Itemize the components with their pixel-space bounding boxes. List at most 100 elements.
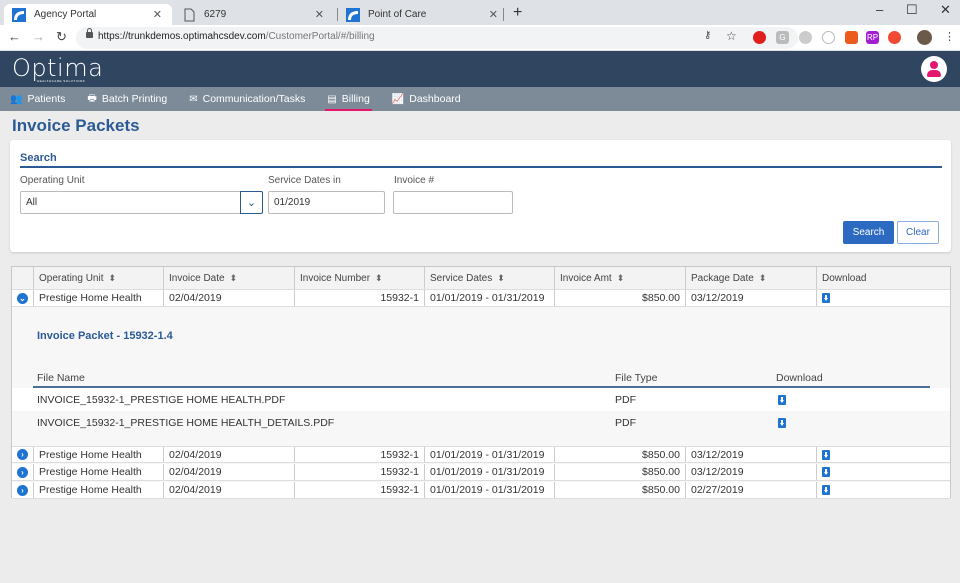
star-icon[interactable]: ☆: [726, 29, 737, 43]
nav-patients[interactable]: 👥 Patients: [0, 87, 77, 111]
invoice-grid: Operating Unit ⬍ Invoice Date ⬍ Invoice Nu…: [11, 266, 951, 499]
optima-logo[interactable]: Optima: [12, 54, 103, 82]
download-file-icon[interactable]: [822, 467, 830, 477]
chevron-right-circle-icon[interactable]: ›: [17, 484, 28, 496]
column-header-invoice-date[interactable]: Invoice Date ⬍: [164, 267, 295, 289]
column-header-operating-unit[interactable]: Operating Unit ⬍: [34, 267, 164, 289]
cell-download: [817, 447, 950, 462]
app-header: Optima HEALTHCARE SOLUTIONS: [0, 51, 960, 87]
close-tab-icon[interactable]: ✕: [153, 8, 162, 21]
row-expander[interactable]: ›: [12, 464, 34, 480]
nav-billing[interactable]: ▤ Billing: [317, 87, 381, 111]
browser-tab-point-of-care[interactable]: Point of Care ✕: [338, 4, 508, 25]
nav-communication-tasks[interactable]: ✉ Communication/Tasks: [179, 87, 317, 111]
file-name: INVOICE_15932-1_PRESTIGE HOME HEALTH.PDF: [37, 394, 286, 406]
close-tab-icon[interactable]: ✕: [489, 8, 498, 21]
optima-favicon-icon: [12, 7, 26, 22]
forward-button[interactable]: →: [32, 29, 45, 44]
close-tab-icon[interactable]: ✕: [315, 8, 324, 21]
nav-batch-printing[interactable]: 🖶 Batch Printing: [77, 87, 179, 111]
column-header-invoice-number[interactable]: Invoice Number ⬍: [295, 267, 425, 289]
new-tab-button[interactable]: +: [513, 4, 522, 22]
sort-icon[interactable]: ⬍: [108, 273, 116, 284]
header-label: Invoice Date: [169, 272, 225, 284]
chevron-right-circle-icon[interactable]: ›: [17, 466, 28, 478]
key-icon[interactable]: ⚷: [704, 30, 711, 41]
circle-extension-icon[interactable]: [799, 31, 812, 44]
expand-column-header: [12, 267, 34, 289]
service-dates-label: Service Dates in: [268, 175, 341, 186]
row-expander[interactable]: ›: [12, 482, 34, 498]
cell-package-date: 02/27/2019: [686, 482, 817, 498]
search-panel: Search Operating Unit All ⌄ Service Date…: [10, 140, 951, 252]
sort-icon[interactable]: ⬍: [759, 273, 767, 284]
table-row: › Prestige Home Health 02/04/2019 15932-…: [12, 446, 950, 463]
chevron-down-circle-icon[interactable]: ⌄: [17, 292, 28, 304]
column-header-invoice-amt[interactable]: Invoice Amt ⬍: [555, 267, 686, 289]
download-file-icon[interactable]: [822, 293, 830, 303]
cell-package-date: 03/12/2019: [686, 464, 817, 480]
column-header-service-dates[interactable]: Service Dates ⬍: [425, 267, 555, 289]
url-text[interactable]: https://trunkdemos.optimahcsdev.com/Cust…: [98, 31, 375, 42]
header-label: Invoice Number: [300, 272, 371, 284]
user-icon-body: [927, 70, 941, 77]
chevron-right-circle-icon[interactable]: ›: [17, 449, 28, 460]
sort-icon[interactable]: ⬍: [375, 273, 383, 284]
menu-kebab-icon[interactable]: ⋮: [944, 30, 955, 43]
sort-icon[interactable]: ⬍: [230, 273, 238, 284]
download-file-icon[interactable]: [822, 485, 830, 495]
download-file-icon[interactable]: [778, 418, 786, 428]
cell-service-dates: 01/01/2019 - 01/31/2019: [425, 290, 555, 306]
chat-extension-icon[interactable]: [822, 31, 835, 44]
back-button[interactable]: ←: [8, 29, 21, 44]
column-header-download: Download: [817, 267, 950, 289]
page-icon: [184, 8, 195, 21]
chart-icon: 📈: [391, 93, 405, 105]
browser-toolbar: ← → ↻ https://trunkdemos.optimahcsdev.co…: [0, 25, 960, 51]
cell-download: [817, 482, 950, 498]
invoice-number-input[interactable]: [393, 191, 513, 214]
table-row: › Prestige Home Health 02/04/2019 15932-…: [12, 482, 950, 499]
rp-extension-icon[interactable]: RP: [866, 31, 879, 44]
file-name: INVOICE_15932-1_PRESTIGE HOME HEALTH_DET…: [37, 417, 335, 429]
download-file-icon[interactable]: [778, 395, 786, 405]
office-extension-icon[interactable]: [845, 31, 858, 44]
sort-icon[interactable]: ⬍: [617, 273, 625, 284]
profile-avatar[interactable]: [917, 30, 932, 45]
chevron-down-icon[interactable]: ⌄: [240, 191, 263, 214]
close-window-button[interactable]: ✕: [940, 2, 951, 18]
cell-operating-unit: Prestige Home Health: [34, 464, 164, 480]
row-expander[interactable]: ›: [12, 447, 34, 462]
browser-tab-agency-portal[interactable]: Agency Portal ✕: [4, 4, 172, 25]
maximize-button[interactable]: ☐: [906, 2, 918, 18]
sort-icon[interactable]: ⬍: [497, 273, 505, 284]
column-header-package-date[interactable]: Package Date ⬍: [686, 267, 817, 289]
reload-button[interactable]: ↻: [56, 29, 67, 45]
minimize-button[interactable]: –: [876, 2, 883, 17]
g-extension-icon[interactable]: G: [776, 31, 789, 44]
service-dates-input[interactable]: [268, 191, 385, 214]
download-file-icon[interactable]: [822, 449, 830, 460]
header-label: Download: [822, 272, 867, 284]
nav-dashboard[interactable]: 📈 Dashboard: [382, 87, 473, 111]
nav-label: Billing: [341, 93, 370, 105]
file-type: PDF: [615, 417, 636, 429]
cell-service-dates: 01/01/2019 - 01/31/2019: [425, 464, 555, 480]
cell-invoice-amt: $850.00: [555, 482, 686, 498]
browser-tab-6279[interactable]: 6279 ✕: [174, 4, 334, 25]
search-button[interactable]: Search: [843, 221, 894, 244]
operating-unit-label: Operating Unit: [20, 175, 85, 186]
clear-button[interactable]: Clear: [897, 221, 939, 244]
url-path: /CustomerPortal/#/billing: [265, 31, 375, 42]
cell-package-date: 03/12/2019: [686, 290, 817, 306]
url-host: https://trunkdemos.optimahcsdev.com: [98, 31, 266, 42]
search-divider: [20, 166, 942, 168]
logo-subtitle: HEALTHCARE SOLUTIONS: [37, 79, 86, 83]
red-extension-icon[interactable]: [888, 31, 901, 44]
detail-header-file-type: File Type: [615, 372, 658, 384]
row-expander[interactable]: ⌄: [12, 290, 34, 306]
opera-extension-icon[interactable]: [753, 31, 766, 44]
user-avatar-button[interactable]: [921, 56, 947, 82]
browser-tabstrip: Agency Portal ✕ 6279 ✕ Point of Care ✕ +…: [0, 0, 960, 25]
operating-unit-select[interactable]: All ⌄: [20, 191, 263, 214]
